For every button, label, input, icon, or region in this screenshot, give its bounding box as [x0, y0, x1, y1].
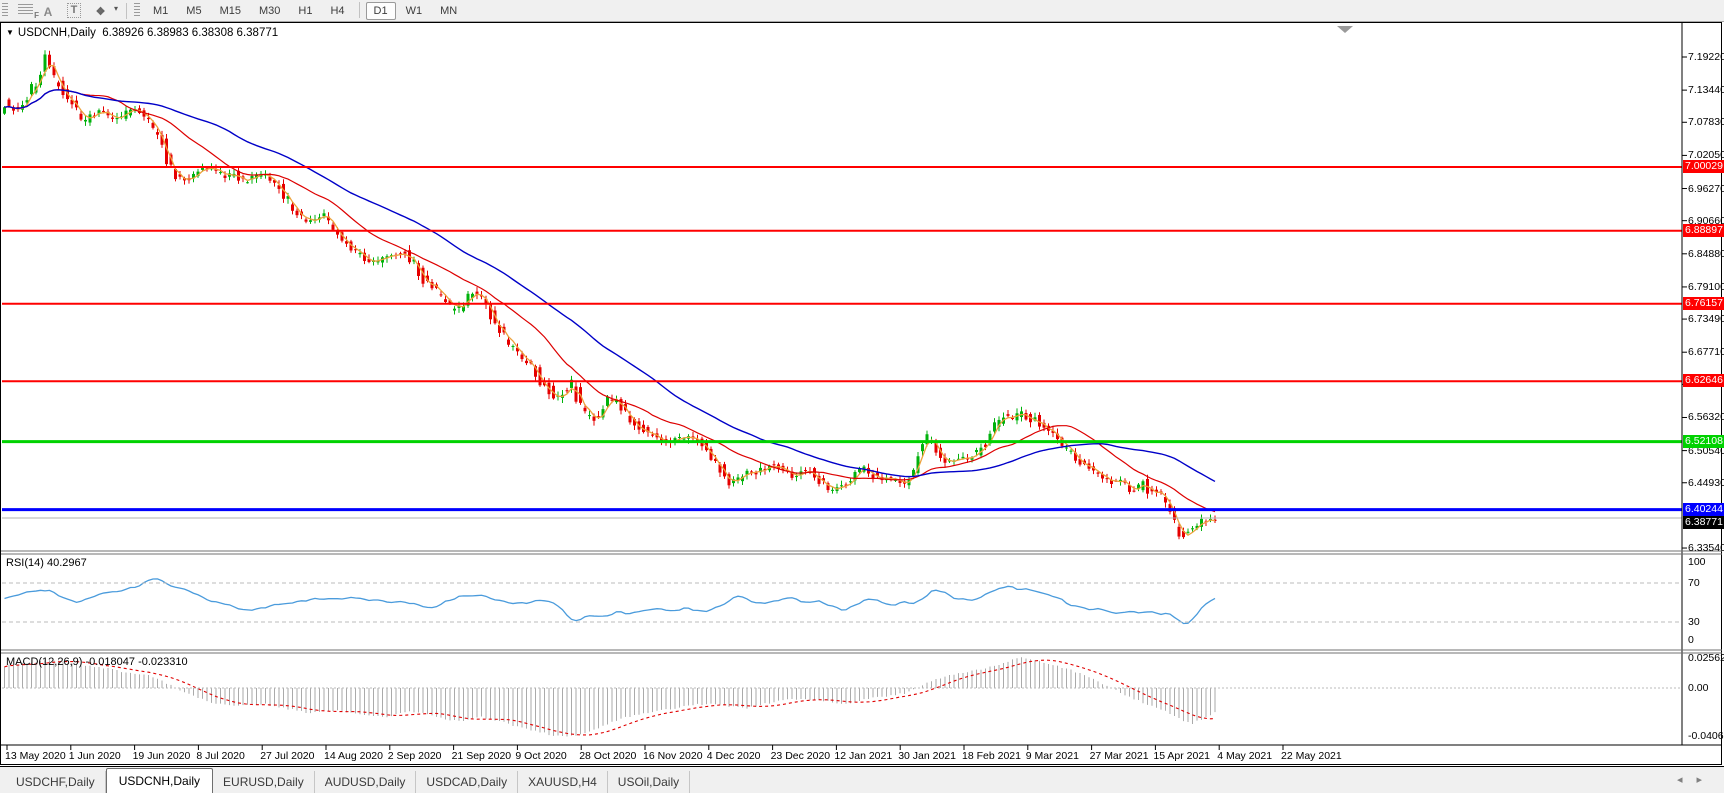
time-axis-label: 4 Dec 2020 — [706, 750, 761, 762]
tab-usdchf-daily[interactable]: USDCHF,Daily — [6, 771, 106, 793]
chart-title: ▼ USDCNH,Daily 6.38926 6.38983 6.38308 6.… — [6, 27, 278, 39]
timeframe-button-m30[interactable]: M30 — [251, 2, 288, 20]
price-axis-tick: 6.73490 — [1688, 313, 1724, 326]
price-axis-tick: 6.44930 — [1688, 476, 1724, 489]
tab-audusd-daily[interactable]: AUDUSD,Daily — [315, 771, 417, 793]
toolbar-separator — [126, 2, 128, 19]
price-axis-tick: 6.67710 — [1688, 346, 1724, 359]
time-axis-label: 2 Sep 2020 — [387, 750, 442, 762]
hline-price-label: 6.88897 — [1683, 223, 1724, 237]
toolbar-grip-2[interactable] — [134, 3, 141, 18]
time-axis-label: 9 Mar 2021 — [1025, 750, 1079, 762]
time-axis-label: 22 May 2021 — [1281, 750, 1342, 762]
hline-price-label: 6.76157 — [1683, 296, 1724, 310]
rsi-indicator-label: RSI(14) 40.2967 — [6, 557, 87, 569]
hline-price-label: 6.52108 — [1683, 434, 1724, 448]
hline-price-label: 7.00029 — [1683, 159, 1724, 173]
price-axis-tick: 6.56320 — [1688, 411, 1724, 424]
draw-text-icon[interactable]: A — [37, 2, 59, 19]
timeframe-buttons: M1 M5 M15 M30 H1 H4 D1 W1 MN — [144, 1, 466, 20]
time-axis-label: 14 Aug 2020 — [324, 750, 383, 762]
price-axis-tick: 7.07830 — [1688, 116, 1724, 129]
rsi-axis-label: 100 — [1688, 556, 1706, 568]
price-axis-tick: 6.96270 — [1688, 182, 1724, 195]
macd-axis-label: 0.025623 — [1688, 652, 1724, 664]
time-axis-label: 13 May 2020 — [5, 750, 66, 762]
fibonacci-icon[interactable]: F — [18, 4, 39, 20]
macd-axis-label: 0.00 — [1688, 682, 1709, 694]
tab-scroll-left-icon[interactable]: ◂ — [1677, 774, 1697, 786]
rsi-axis-label: 70 — [1688, 577, 1700, 589]
time-axis-label: 15 Apr 2021 — [1153, 750, 1211, 762]
expander-icon[interactable]: ▼ — [6, 28, 14, 37]
hline-price-label: 6.40244 — [1683, 502, 1724, 516]
timeframe-button-w1[interactable]: W1 — [398, 2, 431, 20]
hline-price-label: 6.62646 — [1683, 374, 1724, 388]
time-axis-label: 4 May 2021 — [1217, 750, 1273, 762]
time-axis-label: 16 Nov 2020 — [643, 750, 703, 762]
chart-shift-marker[interactable] — [1337, 26, 1353, 33]
price-chart-canvas[interactable] — [0, 22, 1724, 766]
time-axis-label: 8 Jul 2020 — [196, 750, 245, 762]
toolbar-grip[interactable] — [2, 3, 8, 18]
tab-scrollers: ◂▸ — [1677, 773, 1716, 786]
timeframe-button-h4[interactable]: H4 — [322, 2, 352, 20]
macd-axis-label: -0.04068 — [1688, 730, 1724, 742]
tab-usoil-daily[interactable]: USOil,Daily — [608, 771, 691, 793]
timeframe-button-d1[interactable]: D1 — [365, 1, 396, 20]
time-axis-label: 27 Jul 2020 — [260, 750, 315, 762]
time-axis-label: 27 Mar 2021 — [1089, 750, 1149, 762]
tab-xauusd-h4[interactable]: XAUUSD,H4 — [518, 771, 608, 793]
timeframe-button-h1[interactable]: H1 — [290, 2, 320, 20]
text-label-icon[interactable]: T — [63, 2, 85, 19]
timeframe-button-m1[interactable]: M1 — [145, 2, 176, 20]
tab-usdcnh-daily[interactable]: USDCNH,Daily — [105, 768, 214, 793]
time-axis-label: 12 Jan 2021 — [834, 750, 893, 762]
price-axis-tick: 7.19220 — [1688, 51, 1724, 63]
time-axis-label: 21 Sep 2020 — [451, 750, 512, 762]
chart-tab-bar: USDCHF,Daily USDCNH,Daily EURUSD,Daily AUDU… — [0, 766, 1724, 793]
time-axis-label: 23 Dec 2020 — [770, 750, 831, 762]
time-axis-label: 9 Oct 2020 — [515, 750, 567, 762]
dropdown-caret-icon[interactable]: ▾ — [114, 4, 118, 13]
current-price-label: 6.38771 — [1683, 516, 1724, 529]
price-axis-tick: 7.13440 — [1688, 84, 1724, 97]
tab-eurusd-daily[interactable]: EURUSD,Daily — [213, 771, 315, 793]
chart-ohlc: 6.38926 6.38983 6.38308 6.38771 — [102, 27, 279, 39]
time-axis-label: 30 Jan 2021 — [898, 750, 956, 762]
time-axis-label: 19 Jun 2020 — [132, 750, 191, 762]
timeframe-button-m5[interactable]: M5 — [178, 2, 209, 20]
toolbar-separator — [358, 1, 360, 18]
price-axis-tick: 6.33540 — [1688, 542, 1724, 555]
trading-terminal-window: F A T ❖ ▾ M1 M5 M15 M30 H1 H4 D1 W1 MN ▼ USDCNH,D… — [0, 0, 1724, 793]
timeframe-button-m15[interactable]: M15 — [212, 2, 249, 20]
rsi-axis-label: 30 — [1688, 616, 1700, 628]
rsi-axis-label: 0 — [1688, 634, 1694, 646]
tab-scroll-right-icon[interactable]: ▸ — [1696, 774, 1716, 786]
price-axis-tick: 6.79100 — [1688, 280, 1724, 293]
toolbar: F A T ❖ ▾ M1 M5 M15 M30 H1 H4 D1 W1 MN — [0, 0, 1724, 22]
tab-usdcad-daily[interactable]: USDCAD,Daily — [416, 771, 519, 793]
chart-symbol: USDCNH,Daily — [17, 27, 96, 39]
macd-indicator-label: MACD(12,26,9) -0.018047 -0.023310 — [6, 656, 188, 668]
price-axis-tick: 6.84880 — [1688, 247, 1724, 260]
arrow-objects-icon[interactable]: ❖ — [89, 2, 111, 19]
time-axis-label: 18 Feb 2021 — [962, 750, 1021, 762]
time-axis-label: 28 Oct 2020 — [579, 750, 637, 762]
timeframe-button-mn[interactable]: MN — [432, 2, 465, 20]
time-axis-label: 1 Jun 2020 — [68, 750, 121, 762]
